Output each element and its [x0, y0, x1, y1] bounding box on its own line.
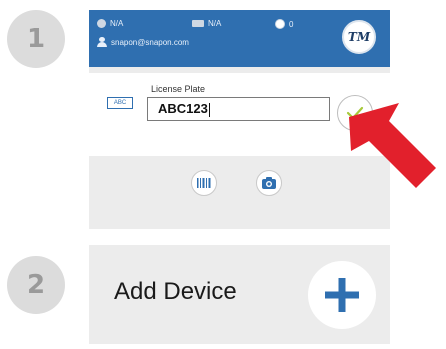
- user-icon: [97, 37, 107, 47]
- status-item-2: N/A: [192, 19, 221, 28]
- status-item-3: 0: [275, 19, 293, 29]
- license-plate-input[interactable]: ABC123: [147, 97, 330, 121]
- gauge-icon: [275, 19, 285, 29]
- add-device-plus-button[interactable]: [308, 261, 376, 329]
- license-plate-label: License Plate: [151, 84, 206, 94]
- camera-button[interactable]: [256, 170, 282, 196]
- step-badge-2: 2: [7, 256, 65, 314]
- text-caret: [208, 102, 210, 117]
- license-plate-value: ABC123: [158, 101, 208, 116]
- barcode-scan-button[interactable]: [191, 170, 217, 196]
- app-header: N/A N/A 0 snapon@snapon.com TM: [89, 10, 390, 67]
- camera-icon: [262, 177, 276, 189]
- barcode-scan-icon: [197, 178, 211, 188]
- status-item-3-text: 0: [289, 19, 294, 29]
- plus-icon: [325, 278, 359, 312]
- step-badge-1: 1: [7, 10, 65, 68]
- user-email: snapon@snapon.com: [111, 37, 189, 47]
- app-logo[interactable]: TM: [342, 20, 376, 54]
- status-item-1-text: N/A: [110, 19, 124, 28]
- grid-icon: [192, 20, 204, 27]
- add-device-label: Add Device: [114, 278, 237, 305]
- pointer-arrow-icon: [349, 103, 436, 188]
- license-plate-icon: ABC: [107, 97, 133, 109]
- user-account[interactable]: snapon@snapon.com: [97, 37, 189, 47]
- status-item-1: N/A: [97, 19, 123, 28]
- status-dot-icon: [97, 19, 106, 28]
- add-device-button[interactable]: Add Device: [89, 245, 390, 344]
- status-item-2-text: N/A: [208, 19, 222, 28]
